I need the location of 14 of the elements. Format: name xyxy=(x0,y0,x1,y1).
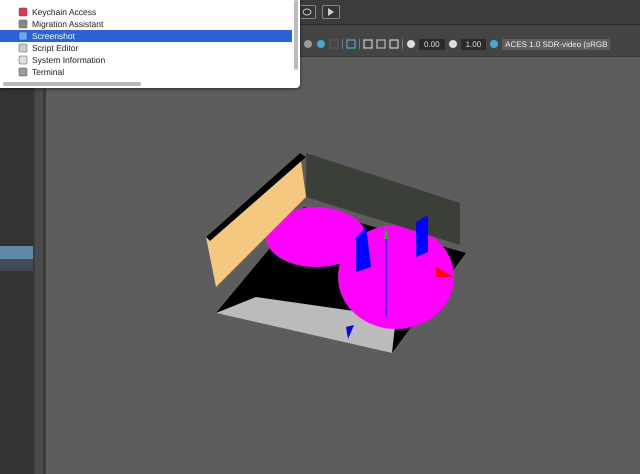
exposure-field[interactable]: 0.00 xyxy=(419,38,445,50)
app-list-item[interactable]: Keychain Access xyxy=(0,6,292,18)
app-list-item[interactable]: System Information xyxy=(0,54,292,66)
scrollbar[interactable] xyxy=(3,82,141,86)
app-list-item[interactable]: Terminal xyxy=(0,66,292,78)
play-icon[interactable] xyxy=(322,5,340,19)
scrollbar[interactable] xyxy=(294,0,298,70)
app-list-item[interactable]: Migration Assistant xyxy=(0,18,292,30)
gamma-field[interactable]: 1.00 xyxy=(460,38,486,50)
sphere-icon[interactable] xyxy=(303,39,313,49)
app-list-item[interactable]: Screenshot xyxy=(0,30,292,42)
color-space-dropdown[interactable]: ACES 1.0 SDR-video (sRGB xyxy=(502,38,610,50)
select-icon[interactable] xyxy=(346,39,356,49)
app-list-item[interactable]: Script Editor xyxy=(0,42,292,54)
